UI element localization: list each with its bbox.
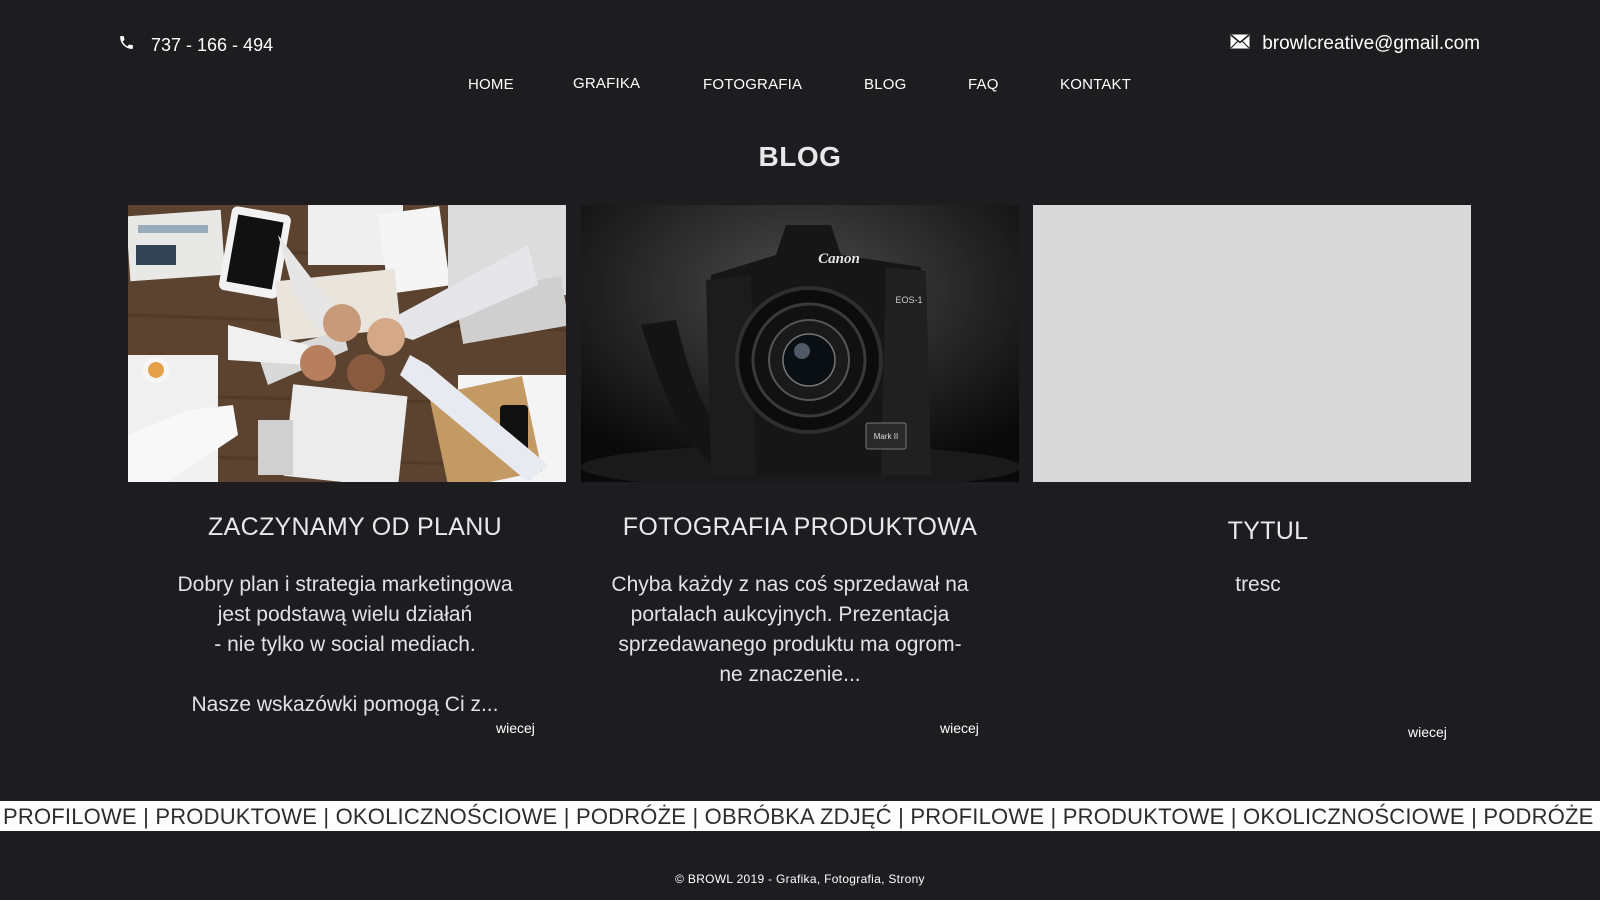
email-contact[interactable]: browlcreative@gmail.com (1230, 33, 1480, 55)
top-contact-bar: 737 - 166 - 494 browlcreative@gmail.com (0, 0, 1600, 70)
camera-model: EOS-1 (895, 295, 922, 305)
envelope-icon (1230, 33, 1250, 55)
post-title-plan[interactable]: ZACZYNAMY OD PLANU (128, 513, 582, 542)
nav-item-faq[interactable]: FAQ (968, 76, 999, 93)
more-link-tytul[interactable]: wiecej (1408, 724, 1447, 740)
post-excerpt-product: Chyba każdy z nas coś sprzedawał na port… (611, 573, 969, 686)
email-address: browlcreative@gmail.com (1262, 33, 1480, 54)
main-nav: HOME GRAFIKA FOTOGRAFIA BLOG FAQ KONTAKT (0, 75, 1600, 100)
post-image-plan[interactable] (128, 205, 566, 482)
more-link-product[interactable]: wiecej (940, 720, 979, 736)
post-image-product[interactable]: Mark II Canon EOS-1 (581, 205, 1019, 482)
camera-image: Mark II Canon EOS-1 (581, 205, 1019, 482)
post-image-placeholder[interactable] (1033, 205, 1471, 482)
page-title: BLOG (758, 141, 842, 172)
ticker-text: PROFILOWE | PRODUKTOWE | OKOLICZNOŚCIOWE… (3, 804, 1600, 829)
footer-copyright: © BROWL 2019 - Grafika, Fotografia, Stro… (675, 872, 925, 886)
more-link-plan[interactable]: wiecej (496, 720, 535, 736)
post-title-tytul[interactable]: TYTUL (1166, 517, 1370, 546)
post-excerpt-tytul: tresc (1235, 573, 1281, 596)
camera-badge: Mark II (874, 432, 898, 441)
nav-item-fotografia[interactable]: FOTOGRAFIA (703, 76, 802, 93)
nav-item-blog[interactable]: BLOG (864, 76, 906, 93)
phone-contact[interactable]: 737 - 166 - 494 (118, 34, 273, 56)
camera-brand: Canon (818, 251, 860, 267)
nav-item-home[interactable]: HOME (468, 76, 514, 93)
nav-item-grafika[interactable]: GRAFIKA (573, 75, 640, 92)
phone-icon (118, 34, 135, 56)
category-ticker: PROFILOWE | PRODUKTOWE | OKOLICZNOŚCIOWE… (0, 801, 1600, 831)
nav-item-kontakt[interactable]: KONTAKT (1060, 76, 1131, 93)
team-fist-bump-image (128, 205, 566, 482)
post-excerpt-plan: Dobry plan i strategia marketingowa jest… (177, 573, 513, 716)
post-title-product[interactable]: FOTOGRAFIA PRODUKTOWA (581, 513, 1019, 542)
phone-number: 737 - 166 - 494 (151, 34, 274, 55)
